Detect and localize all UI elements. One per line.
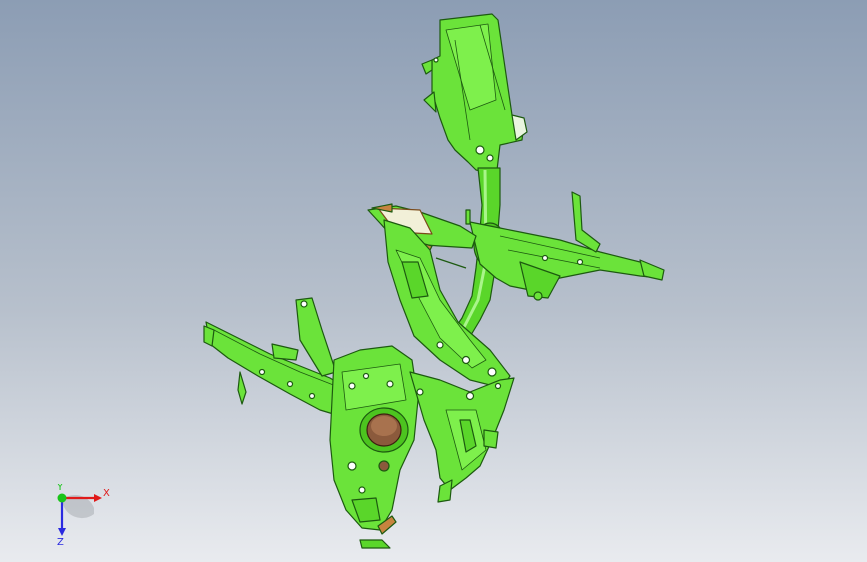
right-lower-bracket <box>409 371 515 503</box>
x-axis-arrow-icon <box>94 494 102 502</box>
axis-triad[interactable]: X Y Z <box>48 482 118 548</box>
axis-triad-graphic: X Y Z <box>56 482 110 548</box>
z-axis-label: Z <box>57 537 64 546</box>
car-front-frame-model[interactable] <box>0 0 867 562</box>
x-axis-label: X <box>103 488 110 499</box>
z-axis-arrow-icon <box>58 528 66 536</box>
cad-viewport[interactable]: X Y Z <box>0 0 867 562</box>
central-tower-bracket <box>329 345 419 549</box>
y-axis-label: Y <box>56 484 64 493</box>
y-axis-dot-icon <box>57 493 67 503</box>
model-part-group <box>203 13 665 549</box>
upper-rail <box>421 13 528 173</box>
